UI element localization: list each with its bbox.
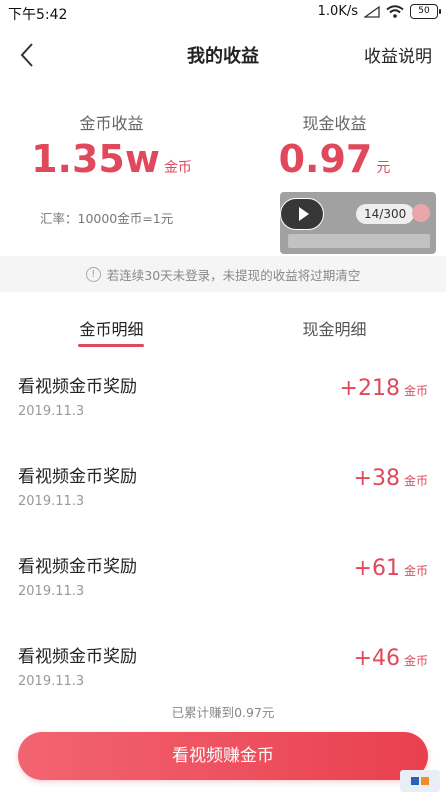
record-amount-unit: 金币 (403, 384, 428, 398)
record-date: 2019.11.3 (18, 494, 85, 509)
record-date: 2019.11.3 (18, 584, 85, 599)
record-date: 2019.11.3 (18, 404, 85, 419)
record-amount-value: +61 (353, 556, 400, 581)
coin-earnings-value: 1.35w 金币 (0, 140, 223, 178)
video-float-overlay[interactable]: 14/300 (280, 192, 436, 254)
record-amount-value: +46 (353, 646, 400, 671)
cash-earnings: 现金收益 0.97 元 (223, 110, 446, 178)
play-icon (298, 207, 309, 221)
cash-earnings-value: 0.97 元 (223, 140, 446, 178)
watch-video-earn-coins-button[interactable]: 看视频赚金币 (18, 732, 428, 780)
record-amount: +38 金币 (354, 466, 428, 491)
play-button[interactable] (280, 198, 324, 230)
total-earned: 已累计赚到0.97元 (171, 705, 275, 720)
record-amount-unit: 金币 (403, 654, 428, 668)
record-amount-value: +218 (339, 376, 400, 401)
tab-coin-details[interactable]: 金币明细 (0, 316, 223, 340)
expiry-notice-text: 若连续30天未登录，未提现的收益将过期清空 (106, 267, 361, 283)
record-amount-value: +38 (353, 466, 400, 491)
battery-icon: 50 (410, 4, 441, 19)
list-item: 看视频金币奖励 2019.11.3 +38 金币 (0, 462, 446, 552)
cash-earnings-amount: 0.97 (278, 137, 373, 181)
exchange-rate: 汇率：10000金币=1元 (40, 211, 174, 226)
top-nav: 我的收益 收益说明 (0, 28, 446, 82)
record-amount: +46 金币 (354, 646, 428, 671)
video-counter: 14/300 (356, 204, 415, 224)
overlay-caption-bar (288, 234, 430, 248)
record-date: 2019.11.3 (18, 674, 85, 689)
status-right: 1.0K/s 50 (317, 4, 441, 19)
record-amount-unit: 金币 (403, 474, 428, 488)
tab-cash-details[interactable]: 现金明细 (223, 316, 446, 340)
close-icon[interactable] (412, 204, 430, 222)
cash-earnings-unit: 元 (376, 160, 391, 176)
record-title: 看视频金币奖励 (18, 557, 137, 577)
coin-earnings-unit: 金币 (163, 160, 192, 176)
record-title: 看视频金币奖励 (18, 647, 137, 667)
record-amount: +61 金币 (354, 556, 428, 581)
network-speed: 1.0K/s (317, 4, 358, 19)
list-item: 看视频金币奖励 2019.11.3 +61 金币 (0, 552, 446, 642)
coin-earnings: 金币收益 1.35w 金币 (0, 110, 223, 178)
record-title: 看视频金币奖励 (18, 467, 137, 487)
active-tab-indicator (78, 344, 144, 347)
exclamation-icon: ! (85, 266, 101, 282)
coin-earnings-amount: 1.35w (31, 137, 160, 181)
logo-mark (421, 777, 429, 785)
status-bar: 下午5:42 1.0K/s 50 (0, 0, 446, 28)
expiry-notice: ! 若连续30天未登录，未提现的收益将过期清空 (0, 256, 446, 292)
signal-icon (364, 5, 380, 18)
cash-earnings-label: 现金收益 (302, 114, 367, 133)
list-item: 看视频金币奖励 2019.11.3 +218 金币 (0, 372, 446, 462)
record-amount-unit: 金币 (403, 564, 428, 578)
site-logo (400, 770, 440, 792)
record-title: 看视频金币奖励 (18, 377, 137, 397)
coin-earnings-label: 金币收益 (79, 114, 144, 133)
earnings-help-link[interactable]: 收益说明 (364, 42, 432, 67)
status-time: 下午5:42 (8, 7, 68, 23)
record-amount: +218 金币 (340, 376, 428, 401)
logo-mark (411, 777, 419, 785)
wifi-icon (386, 5, 404, 18)
